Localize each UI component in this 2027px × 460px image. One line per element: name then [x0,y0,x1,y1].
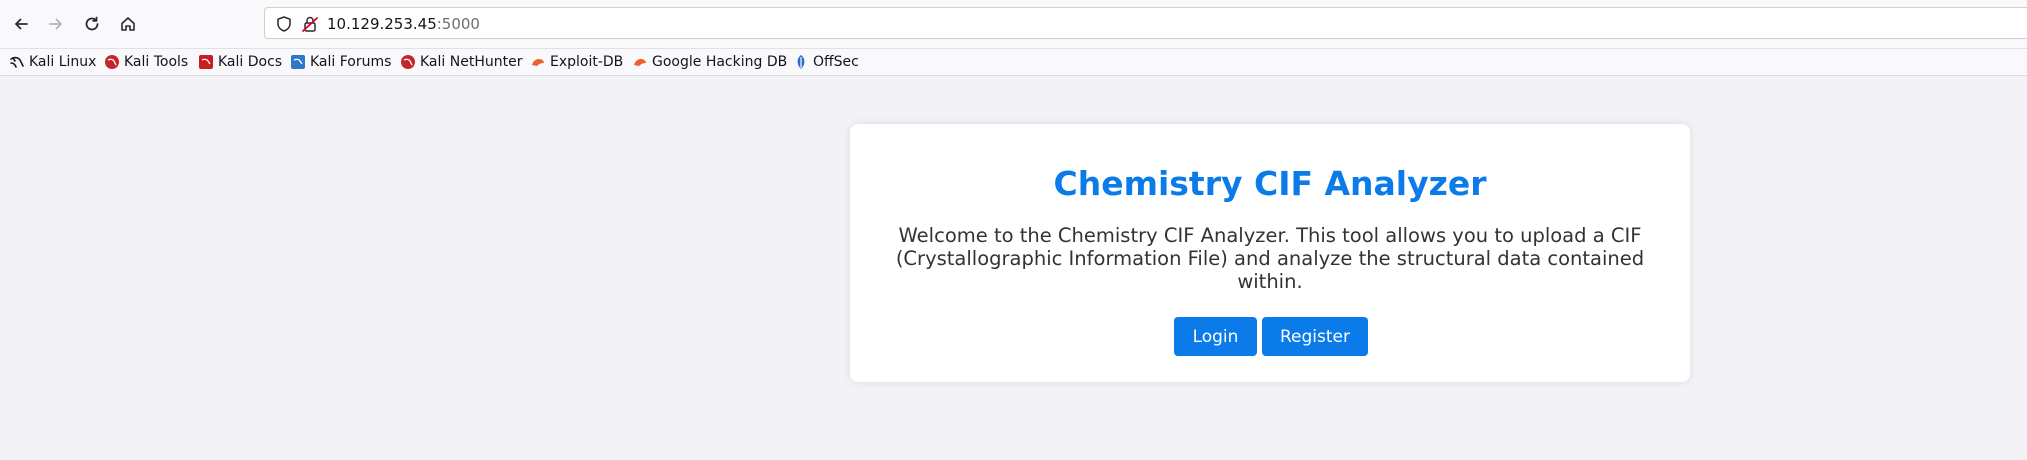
url-port: :5000 [436,15,480,33]
register-button[interactable]: Register [1262,317,1368,356]
kali-dragon-icon [10,56,24,68]
bookmark-kali-tools[interactable]: Kali Tools [104,49,188,75]
bookmark-exploit-db[interactable]: Exploit-DB [530,49,623,75]
home-button[interactable] [113,9,143,39]
bookmark-label: Kali Docs [218,54,283,70]
bookmark-label: Exploit-DB [550,54,624,70]
back-button[interactable] [6,9,36,39]
bookmark-label: Kali Forums [310,54,392,70]
bookmark-label: Kali Linux [29,54,97,70]
forward-button[interactable] [41,9,71,39]
bookmark-label: OffSec [813,54,859,70]
bookmark-kali-forums[interactable]: Kali Forums [290,49,391,75]
bookmark-kali-docs[interactable]: Kali Docs [198,49,282,75]
insecure-lock-icon[interactable] [301,15,319,33]
home-icon [121,17,135,31]
bookmark-google-hacking-db[interactable]: Google Hacking DB [632,49,787,75]
bookmarks-toolbar: Kali Linux Kali Tools Kali Docs Kali For… [0,49,2027,76]
welcome-description: Welcome to the Chemistry CIF Analyzer. T… [895,224,1645,293]
url-text[interactable]: 10.129.253.45:5000 [327,14,480,34]
kali-nethunter-icon [401,55,415,69]
offsec-icon [797,55,805,69]
page-title: Chemistry CIF Analyzer [1053,164,1487,203]
kali-forums-icon [291,55,305,69]
reload-button[interactable] [77,9,107,39]
bookmark-label: Kali Tools [124,54,189,70]
kali-tools-icon [105,55,119,69]
browser-toolbar: 10.129.253.45:5000 [0,0,2027,49]
back-arrow-icon [15,18,28,30]
kali-docs-icon [199,55,213,69]
welcome-card: Chemistry CIF Analyzer Welcome to the Ch… [850,124,1690,382]
bookmark-kali-linux[interactable]: Kali Linux [9,49,96,75]
reload-icon [85,16,99,31]
url-host: 10.129.253.45 [327,15,437,33]
shield-icon[interactable] [275,15,293,33]
ghdb-icon [634,59,646,66]
forward-arrow-icon [49,18,62,30]
address-bar[interactable]: 10.129.253.45:5000 [264,7,2027,39]
login-button[interactable]: Login [1174,317,1257,356]
bookmark-label: Google Hacking DB [652,54,788,70]
bookmark-offsec[interactable]: OffSec [793,49,859,75]
exploit-db-icon [532,59,544,66]
bookmark-kali-nethunter[interactable]: Kali NetHunter [400,49,522,75]
bookmark-label: Kali NetHunter [420,54,523,70]
